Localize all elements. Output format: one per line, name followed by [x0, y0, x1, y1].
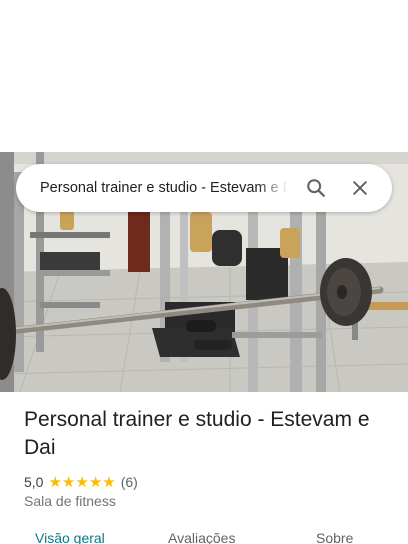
star-icon: ★ — [75, 472, 89, 491]
tab-about[interactable]: Sobre — [316, 530, 353, 544]
search-bar[interactable]: Personal trainer e studio - Estevam e Da… — [16, 164, 392, 212]
search-button[interactable] — [294, 166, 338, 210]
place-info: Personal trainer e studio - Estevam e Da… — [24, 406, 394, 509]
place-category[interactable]: Sala de fitness — [24, 493, 394, 509]
map-blank-area — [0, 0, 408, 152]
rating-row[interactable]: 5,0 ★ ★ ★ ★ ★ (6) — [24, 472, 394, 492]
close-icon — [353, 181, 367, 195]
search-input[interactable]: Personal trainer e studio - Estevam e Da… — [40, 180, 288, 196]
search-icon — [307, 179, 325, 197]
rating-value: 5,0 — [24, 474, 44, 490]
star-icon: ★ — [61, 472, 76, 491]
place-tabs: Visão geral Avaliações Sobre — [0, 530, 408, 544]
tab-overview[interactable]: Visão geral — [35, 530, 105, 544]
star-icon: ★ — [88, 472, 103, 491]
star-icon: ★ — [48, 472, 62, 491]
place-details-panel: Personal trainer e studio - Estevam e Da… — [0, 0, 408, 544]
tab-reviews[interactable]: Avaliações — [168, 530, 235, 544]
review-count[interactable]: (6) — [121, 474, 138, 490]
star-rating: ★ ★ ★ ★ ★ — [48, 472, 116, 491]
star-icon: ★ — [102, 472, 116, 491]
place-title: Personal trainer e studio - Estevam e Da… — [24, 408, 370, 459]
close-button[interactable] — [338, 166, 382, 210]
